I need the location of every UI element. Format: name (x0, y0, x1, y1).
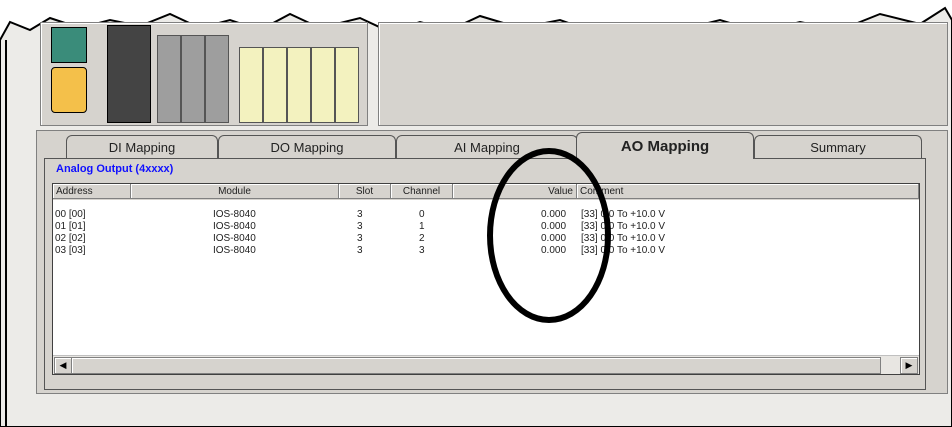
slot-module-6 (287, 47, 311, 123)
tab-do-mapping[interactable]: DO Mapping (218, 135, 396, 158)
scroll-thumb[interactable] (71, 357, 881, 374)
row-slot: 3 (357, 209, 363, 220)
row-slot: 3 (357, 233, 363, 244)
screenshot-frame: DI Mapping DO Mapping AI Mapping AO Mapp… (0, 0, 952, 427)
table-row[interactable]: 01 [01] IOS-8040 3 1 0.000 [33] 0.0 To +… (53, 221, 919, 232)
controller-module-icon (107, 25, 151, 123)
slot-module-4 (239, 47, 263, 123)
hardware-panel (40, 22, 368, 126)
row-channel: 0 (419, 209, 425, 220)
row-module: IOS-8040 (213, 209, 256, 220)
slot-module-5 (263, 47, 287, 123)
horizontal-scrollbar[interactable]: ◀ ▶ (53, 355, 919, 374)
column-header-slot[interactable]: Slot (339, 184, 391, 199)
section-title: Analog Output (4xxxx) (56, 163, 174, 175)
slot-module-7 (311, 47, 335, 123)
slot-module-8 (335, 47, 359, 123)
row-module: IOS-8040 (213, 221, 256, 232)
column-header-comment[interactable]: Comment (577, 184, 919, 199)
table-row[interactable]: 00 [00] IOS-8040 3 0 0.000 [33] 0.0 To +… (53, 209, 919, 220)
network-icon (51, 27, 87, 63)
highlight-circle-annotation (487, 148, 611, 323)
row-channel: 3 (419, 245, 425, 256)
list-header: Address Module Slot Channel Value Commen… (53, 184, 919, 200)
tab-ao-mapping[interactable]: AO Mapping (576, 132, 754, 159)
slot-module-3 (205, 35, 229, 123)
row-address: 01 [01] (55, 221, 86, 232)
slot-module-2 (181, 35, 205, 123)
row-channel: 1 (419, 221, 425, 232)
user-avatar-icon (51, 67, 87, 113)
row-module: IOS-8040 (213, 233, 256, 244)
slot-module-1 (157, 35, 181, 123)
row-module: IOS-8040 (213, 245, 256, 256)
tab-summary[interactable]: Summary (754, 135, 922, 158)
row-channel: 2 (419, 233, 425, 244)
tab-di-mapping[interactable]: DI Mapping (66, 135, 218, 158)
table-row[interactable]: 03 [03] IOS-8040 3 3 0.000 [33] 0.0 To +… (53, 245, 919, 256)
row-slot: 3 (357, 245, 363, 256)
mapping-list[interactable]: Address Module Slot Channel Value Commen… (52, 183, 920, 375)
column-header-channel[interactable]: Channel (391, 184, 453, 199)
scroll-right-icon[interactable]: ▶ (900, 357, 918, 374)
column-header-module[interactable]: Module (131, 184, 339, 199)
row-address: 03 [03] (55, 245, 86, 256)
row-slot: 3 (357, 221, 363, 232)
row-address: 00 [00] (55, 209, 86, 220)
info-panel (378, 22, 948, 126)
row-address: 02 [02] (55, 233, 86, 244)
scroll-left-icon[interactable]: ◀ (54, 357, 72, 374)
column-header-address[interactable]: Address (53, 184, 131, 199)
table-row[interactable]: 02 [02] IOS-8040 3 2 0.000 [33] 0.0 To +… (53, 233, 919, 244)
